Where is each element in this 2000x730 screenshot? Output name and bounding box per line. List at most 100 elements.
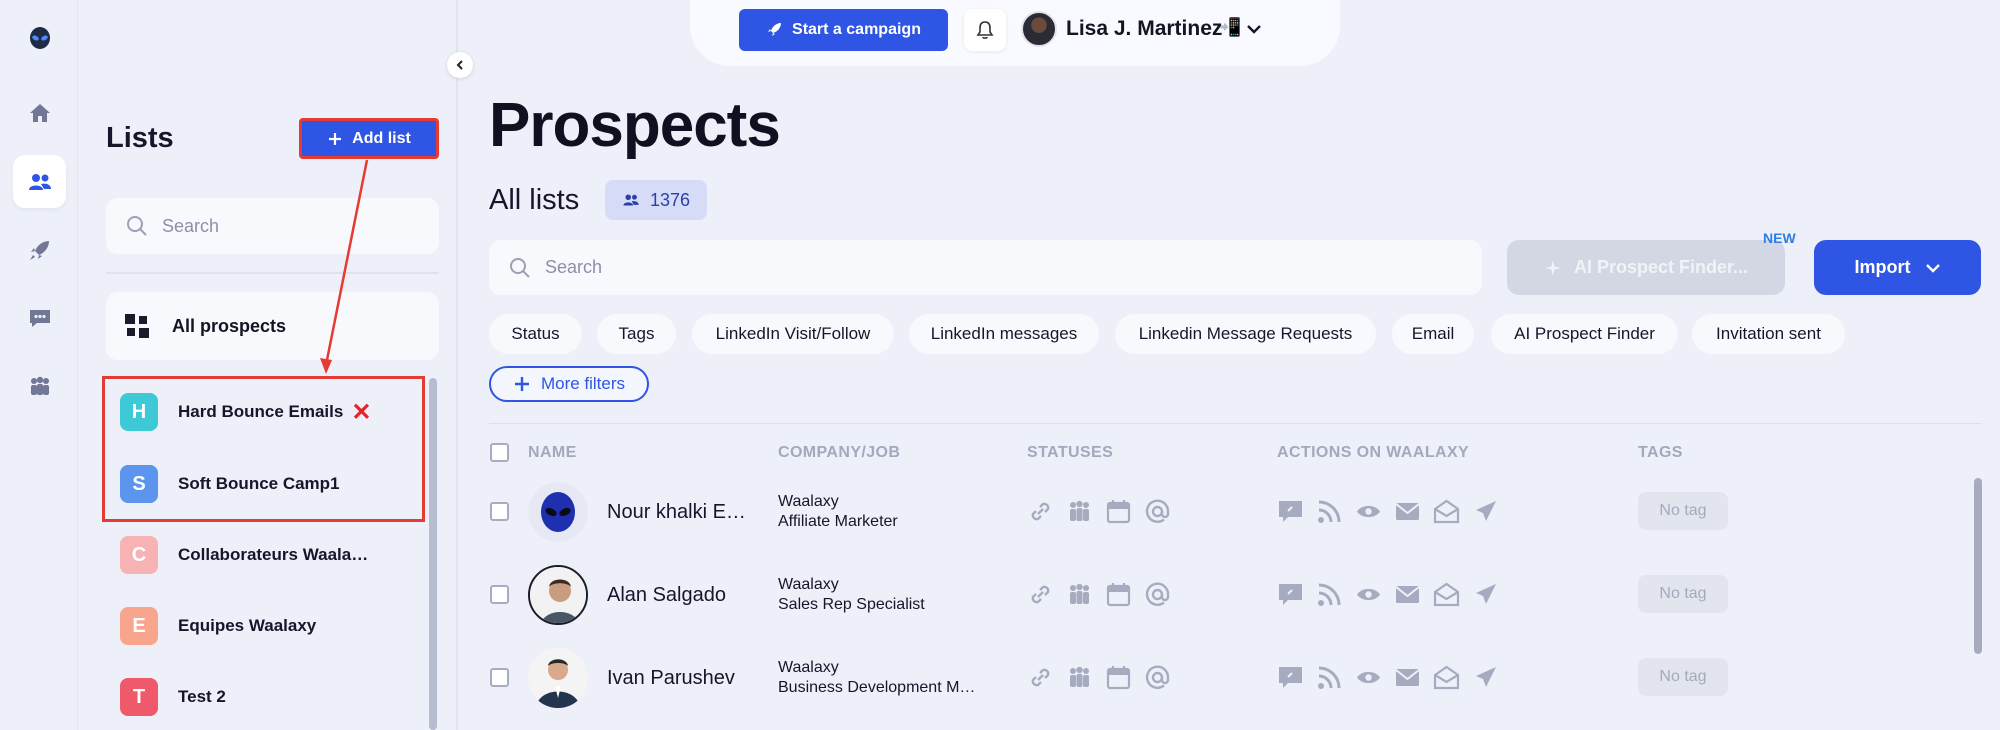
calendar-icon[interactable] (1105, 581, 1132, 608)
prospect-name[interactable]: Alan Salgado (607, 584, 726, 607)
open-mail-icon[interactable] (1433, 664, 1460, 691)
divider (106, 272, 439, 274)
ai-prospect-finder-button[interactable]: AI Prospect Finder... (1507, 240, 1785, 295)
lists-search-input[interactable]: Search (106, 198, 439, 254)
at-sign-icon[interactable] (1144, 498, 1171, 525)
lists-scrollbar[interactable] (429, 378, 437, 730)
mail-icon[interactable] (1394, 664, 1421, 691)
calendar-icon[interactable] (1105, 498, 1132, 525)
collapse-sidebar-button[interactable] (447, 52, 473, 78)
calendar-icon[interactable] (1105, 664, 1132, 691)
list-item-collaborateurs[interactable]: C Collaborateurs Waala… (106, 525, 426, 585)
column-header-name[interactable]: NAME (528, 444, 577, 462)
status-icons (1027, 581, 1171, 608)
eye-icon[interactable] (1355, 664, 1382, 691)
avatar[interactable] (528, 648, 588, 708)
company-name: Waalaxy (778, 493, 839, 510)
filter-chip-tags[interactable]: Tags (597, 314, 676, 354)
filter-chip-message-requests[interactable]: Linkedin Message Requests (1115, 314, 1376, 354)
alien-logo-icon[interactable] (13, 12, 66, 65)
send-icon[interactable] (1472, 498, 1499, 525)
link-icon[interactable] (1027, 498, 1054, 525)
chat-link-icon[interactable] (1277, 581, 1304, 608)
page-title: Prospects (489, 91, 781, 160)
status-icons (1027, 498, 1171, 525)
list-letter-badge: T (120, 678, 158, 716)
highlight-box (102, 376, 425, 522)
eye-icon[interactable] (1355, 498, 1382, 525)
company-name: Waalaxy (778, 576, 839, 593)
filter-chip-invitation-sent[interactable]: Invitation sent (1692, 314, 1845, 354)
action-icons (1277, 664, 1499, 691)
filter-chip-linkedin-visit[interactable]: LinkedIn Visit/Follow (692, 314, 894, 354)
link-icon[interactable] (1027, 581, 1054, 608)
row-checkbox[interactable] (490, 668, 509, 687)
chat-link-icon[interactable] (1277, 664, 1304, 691)
rss-icon[interactable] (1316, 581, 1343, 608)
column-header-company[interactable]: COMPANY/JOB (778, 444, 900, 462)
all-prospects-label: All prospects (172, 315, 287, 336)
send-icon[interactable] (1472, 581, 1499, 608)
mail-icon[interactable] (1394, 498, 1421, 525)
rocket-icon[interactable] (13, 223, 66, 276)
chat-link-icon[interactable] (1277, 498, 1304, 525)
import-button[interactable]: Import (1814, 240, 1981, 295)
link-icon[interactable] (1027, 664, 1054, 691)
tag-badge[interactable]: No tag (1638, 492, 1728, 530)
job-title: Business Development M… (778, 679, 976, 696)
mail-icon[interactable] (1394, 581, 1421, 608)
prospects-search-input[interactable]: Search (489, 240, 1482, 295)
at-sign-icon[interactable] (1144, 664, 1171, 691)
filter-chip-ai-prospect-finder[interactable]: AI Prospect Finder (1491, 314, 1678, 354)
at-sign-icon[interactable] (1144, 581, 1171, 608)
ai-prospect-finder-label: AI Prospect Finder... (1573, 257, 1749, 277)
chevron-down-icon[interactable] (1245, 20, 1263, 38)
plus-icon (514, 377, 529, 391)
all-prospects-item[interactable]: All prospects (106, 292, 439, 360)
count-value: 1376 (649, 189, 691, 210)
filter-chip-linkedin-messages[interactable]: LinkedIn messages (909, 314, 1099, 354)
team-icon[interactable] (1066, 664, 1093, 691)
icon-rail (0, 0, 78, 730)
row-checkbox[interactable] (490, 585, 509, 604)
team-icon[interactable] (13, 360, 66, 413)
chat-icon[interactable] (13, 291, 66, 344)
chevron-left-icon (456, 60, 463, 70)
users-icon[interactable] (13, 155, 66, 208)
open-mail-icon[interactable] (1433, 498, 1460, 525)
rss-icon[interactable] (1316, 498, 1343, 525)
avatar[interactable] (1021, 11, 1057, 47)
table-scrollbar[interactable] (1974, 478, 1982, 654)
plus-icon (329, 132, 342, 145)
team-icon[interactable] (1066, 581, 1093, 608)
user-name[interactable]: Lisa J. Martinez (1066, 17, 1222, 41)
import-label: Import (1854, 257, 1911, 277)
rss-icon[interactable] (1316, 664, 1343, 691)
search-icon (510, 257, 530, 278)
more-filters-button[interactable]: More filters (489, 366, 649, 402)
select-all-checkbox[interactable] (490, 443, 509, 462)
list-item-test-2[interactable]: T Test 2 (106, 667, 426, 727)
row-checkbox[interactable] (490, 502, 509, 521)
job-title: Affiliate Marketer (778, 513, 898, 530)
start-campaign-button[interactable]: Start a campaign (739, 9, 948, 51)
notifications-button[interactable] (964, 9, 1006, 51)
column-header-actions: ACTIONS ON WAALAXY (1277, 444, 1470, 461)
avatar[interactable] (528, 482, 588, 542)
prospect-name[interactable]: Nour khalki E… (607, 501, 746, 524)
tag-badge[interactable]: No tag (1638, 575, 1728, 613)
job-title: Sales Rep Specialist (778, 596, 925, 613)
filter-chip-email[interactable]: Email (1392, 314, 1474, 354)
send-icon[interactable] (1472, 664, 1499, 691)
filter-chip-status[interactable]: Status (489, 314, 582, 354)
add-list-button[interactable]: Add list (299, 118, 439, 159)
avatar[interactable] (528, 565, 588, 625)
team-icon[interactable] (1066, 498, 1093, 525)
tag-badge[interactable]: No tag (1638, 658, 1728, 696)
list-item-equipes[interactable]: E Equipes Waalaxy (106, 596, 426, 656)
open-mail-icon[interactable] (1433, 581, 1460, 608)
table-divider (489, 423, 1981, 424)
home-icon[interactable] (13, 86, 66, 139)
eye-icon[interactable] (1355, 581, 1382, 608)
prospect-name[interactable]: Ivan Parushev (607, 667, 735, 690)
